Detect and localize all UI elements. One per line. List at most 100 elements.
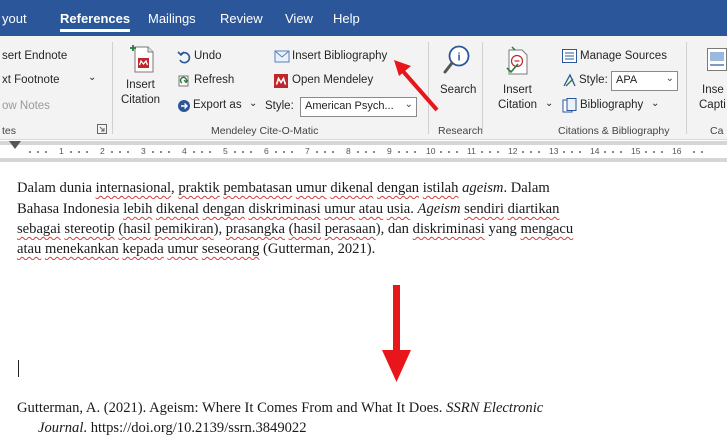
flagged-word: dikenal: [330, 180, 374, 196]
mendeley-style-select[interactable]: American Psych... ⌄: [300, 97, 417, 117]
flagged-word: umur: [324, 201, 356, 217]
manage-sources-icon[interactable]: [562, 49, 577, 63]
insert-bibliography-icon[interactable]: [274, 50, 290, 63]
search-icon[interactable]: i: [442, 44, 472, 76]
chevron-down-icon[interactable]: ⌄: [88, 72, 96, 83]
flagged-word: usia: [386, 201, 411, 217]
insert-caption-label-2[interactable]: Capti: [699, 99, 726, 111]
flagged-word: (hasil: [118, 221, 151, 237]
dialog-launcher-icon[interactable]: [97, 124, 107, 134]
flagged-word: atau: [358, 201, 384, 217]
insert-citation-word-icon[interactable]: [505, 46, 531, 76]
ruler-tick: [275, 151, 277, 153]
chevron-down-icon[interactable]: ⌄: [651, 98, 659, 109]
insert-bibliography-button[interactable]: Insert Bibliography: [292, 50, 387, 62]
undo-button[interactable]: Undo: [194, 50, 222, 62]
open-mendeley-button[interactable]: Open Mendeley: [292, 74, 373, 86]
bibliography-button[interactable]: Bibliography: [580, 99, 643, 111]
ruler-number: 10: [426, 146, 436, 156]
bibliography-icon[interactable]: [562, 98, 577, 113]
ribbon-tab-bar: yout References Mailings Review View Hel…: [0, 0, 727, 36]
ruler-tick: [316, 151, 318, 153]
ruler-tick: [406, 151, 408, 153]
ruler-number: 4: [182, 146, 187, 156]
export-icon[interactable]: [177, 99, 191, 113]
flagged-word: praktik: [178, 180, 220, 196]
flagged-word: menekankan: [44, 241, 119, 257]
ruler-tick: [250, 151, 252, 153]
text-run: (Gutterman, 2021).: [259, 241, 376, 257]
flagged-word: stereotip: [64, 221, 115, 237]
svg-text:i: i: [457, 52, 460, 64]
ruler-tick: [45, 151, 47, 153]
paragraph-line: sebagai stereotip (hasil pemikiran), pra…: [17, 219, 727, 240]
ruler-tick: [563, 151, 565, 153]
insert-caption-icon[interactable]: [707, 48, 727, 72]
insert-citation-label[interactable]: Insert: [503, 84, 532, 96]
ruler-tick: [37, 151, 39, 153]
citation-style-select[interactable]: APA ⌄: [611, 71, 678, 91]
ruler-tick: [373, 151, 375, 153]
ruler-tick: [209, 151, 211, 153]
ruler-tick: [661, 151, 663, 153]
flagged-word: prasangka: [225, 221, 285, 237]
tab-references[interactable]: References: [60, 11, 131, 32]
ruler-tick: [357, 151, 359, 153]
document-page[interactable]: Dalam dunia internasional, praktik pemba…: [0, 162, 727, 441]
ruler-number: 15: [631, 146, 641, 156]
undo-icon[interactable]: [177, 50, 191, 64]
tab-mailings[interactable]: Mailings: [148, 11, 196, 26]
mendeley-logo-icon[interactable]: [274, 74, 288, 88]
ruler-tick: [332, 151, 334, 153]
ruler-number: 6: [264, 146, 269, 156]
ruler-number: 11: [467, 146, 476, 156]
insert-citation-label-2[interactable]: Citation: [121, 94, 160, 106]
ruler-number: 1: [59, 146, 64, 156]
bibliography-entry-line-2: Journal. https://doi.org/10.2139/ssrn.38…: [38, 420, 307, 436]
flagged-word: seseorang: [201, 241, 260, 257]
ruler-number: 3: [141, 146, 146, 156]
ruler-number: 9: [387, 146, 392, 156]
manage-sources-button[interactable]: Manage Sources: [580, 50, 667, 62]
tab-view[interactable]: View: [285, 11, 313, 26]
insert-caption-label[interactable]: Inse: [702, 84, 724, 96]
insert-citation-label[interactable]: Insert: [126, 79, 155, 91]
refresh-button[interactable]: Refresh: [194, 74, 234, 86]
chevron-down-icon[interactable]: ⌄: [249, 98, 257, 109]
indent-marker[interactable]: [9, 141, 21, 149]
ruler-tick: [29, 151, 31, 153]
ruler-tick: [201, 151, 203, 153]
tab-help[interactable]: Help: [333, 11, 360, 26]
research-group-label: Research: [438, 125, 483, 137]
export-as-button[interactable]: Export as: [193, 99, 242, 111]
ruler-tick: [456, 151, 458, 153]
mendeley-group-label: Mendeley Cite-O-Matic: [211, 125, 319, 137]
ruler-tick: [579, 151, 581, 153]
bibliography-entry-line-1: Gutterman, A. (2021). Ageism: Where It C…: [17, 400, 544, 416]
flagged-word: dikenal: [156, 201, 199, 217]
insert-citation-label-2[interactable]: Citation: [498, 99, 537, 111]
ruler-tick: [111, 151, 113, 153]
next-footnote-button[interactable]: xt Footnote: [2, 74, 60, 86]
horizontal-ruler[interactable]: 1 2 3 4 5 6 7 8 9 10 11 12 13 14 15 16: [0, 141, 727, 162]
tab-review[interactable]: Review: [220, 11, 263, 26]
tab-layout[interactable]: yout: [2, 11, 27, 26]
show-notes-button[interactable]: ow Notes: [2, 100, 50, 112]
chevron-down-icon[interactable]: ⌄: [545, 98, 553, 109]
flagged-word: umur: [295, 180, 327, 196]
insert-endnote-button[interactable]: sert Endnote: [2, 50, 67, 62]
ruler-tick: [481, 151, 483, 153]
search-button[interactable]: Search: [440, 84, 476, 96]
refresh-icon[interactable]: [177, 74, 191, 88]
ruler-tick: [645, 151, 647, 153]
insert-citation-document-icon[interactable]: [130, 44, 156, 74]
citations-group-label: Citations & Bibliography: [558, 125, 670, 137]
ruler-tick: [530, 151, 532, 153]
mendeley-style-label: Style:: [265, 100, 294, 112]
ruler-tick: [193, 151, 195, 153]
flagged-word: pemikiran: [154, 221, 214, 237]
flagged-word: sendiri: [464, 201, 504, 217]
footnotes-group-label: tes: [2, 125, 17, 137]
chevron-down-icon: ⌄: [404, 99, 413, 110]
ruler-number: 8: [346, 146, 351, 156]
